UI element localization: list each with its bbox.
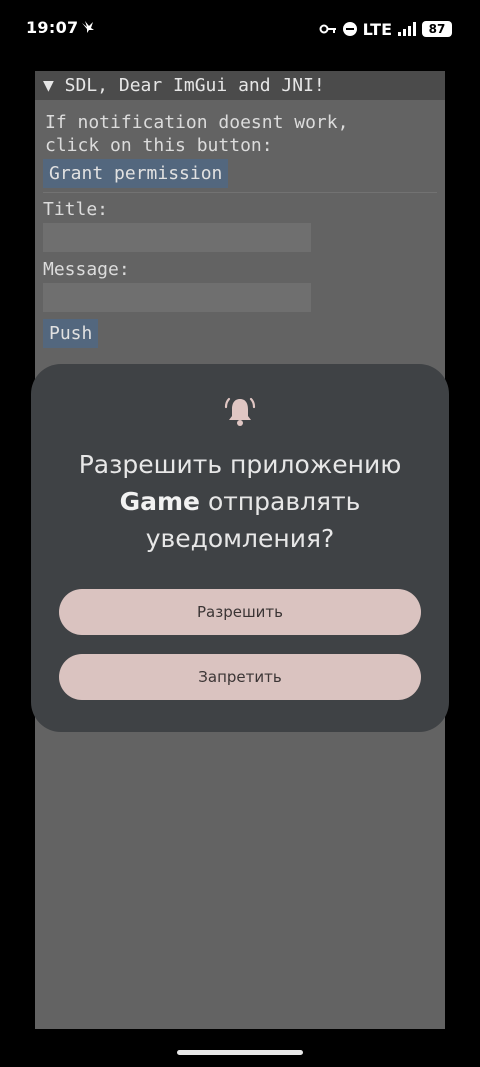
dialog-app-name: Game xyxy=(119,487,200,516)
separator xyxy=(43,192,437,193)
message-input[interactable] xyxy=(43,283,311,312)
notice-line-2: click on this button: xyxy=(45,135,273,156)
deny-button[interactable]: Запретить xyxy=(59,654,421,700)
push-button[interactable]: Push xyxy=(43,319,99,348)
message-label: Message: xyxy=(43,259,130,280)
allow-button[interactable]: Разрешить xyxy=(59,589,421,635)
imgui-window-title[interactable]: ▼ SDL, Dear ImGui and JNI! xyxy=(35,71,445,100)
bird-icon xyxy=(82,21,94,33)
status-time: 19:07 xyxy=(26,18,79,37)
battery-icon: 87 xyxy=(422,21,452,37)
notice-text: If notification doesnt work, click on th… xyxy=(45,111,425,157)
grant-permission-button[interactable]: Grant permission xyxy=(43,159,229,188)
bell-icon xyxy=(224,397,256,426)
dialog-text-before: Разрешить приложению xyxy=(78,450,402,479)
title-label: Title: xyxy=(43,199,109,220)
status-icons: LTE 87 xyxy=(319,18,452,40)
title-input[interactable] xyxy=(43,223,311,252)
gesture-nav-bar[interactable] xyxy=(177,1050,303,1055)
key-icon xyxy=(319,24,336,34)
status-bar: 19:07 LTE 87 xyxy=(0,0,480,58)
dnd-icon xyxy=(342,22,357,36)
network-type: LTE xyxy=(362,19,392,39)
signal-icon xyxy=(398,22,416,36)
dialog-message: Разрешить приложению Game отправлять уве… xyxy=(51,446,429,557)
notice-line-1: If notification doesnt work, xyxy=(45,112,349,133)
notification-permission-dialog: Разрешить приложению Game отправлять уве… xyxy=(31,364,449,732)
